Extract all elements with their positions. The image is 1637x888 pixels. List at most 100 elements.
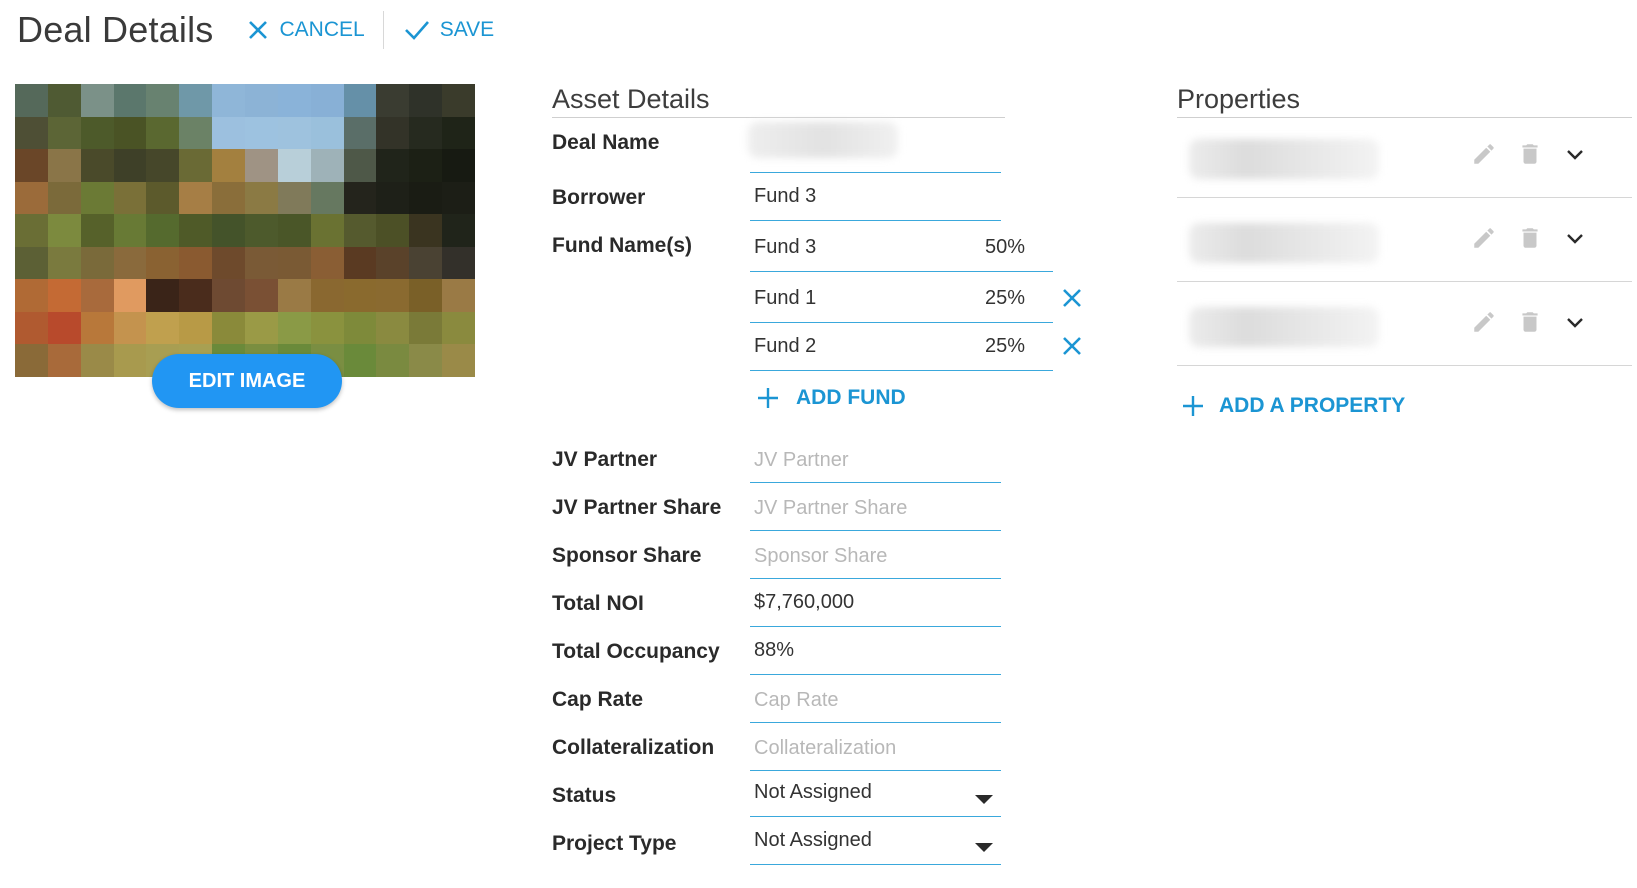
image-pixel — [376, 344, 410, 377]
image-pixel — [80, 84, 114, 117]
image-pixel — [80, 149, 114, 182]
image-pixel — [245, 246, 278, 280]
image-pixel — [409, 181, 443, 215]
image-pixel — [47, 149, 81, 182]
pencil-icon[interactable] — [1471, 225, 1497, 251]
project-type-value: Not Assigned — [754, 829, 872, 851]
status-value: Not Assigned — [754, 781, 872, 803]
cap-rate-placeholder: Cap Rate — [754, 689, 839, 711]
image-pixel — [442, 214, 475, 247]
property-row[interactable] — [1177, 113, 1632, 198]
image-pixel — [146, 214, 180, 247]
image-pixel — [343, 181, 377, 215]
add-fund-button[interactable]: ADD FUND — [756, 386, 906, 410]
caret-down-icon — [975, 843, 993, 852]
property-row[interactable] — [1177, 281, 1632, 366]
total-occupancy-field[interactable]: 88% — [750, 628, 1001, 675]
cap-rate-field[interactable]: Cap Rate — [750, 676, 1001, 723]
image-pixel — [277, 311, 311, 345]
image-pixel — [80, 214, 114, 247]
save-button[interactable]: SAVE — [404, 18, 494, 42]
chevron-down-icon[interactable] — [1563, 143, 1587, 167]
status-label: Status — [552, 784, 617, 807]
close-icon — [249, 21, 268, 39]
image-pixel — [15, 344, 48, 377]
sponsor-share-label: Sponsor Share — [552, 544, 702, 567]
image-pixel — [15, 149, 48, 182]
fund-share-field[interactable]: 50% — [981, 225, 1053, 272]
fund-share-field[interactable]: 25% — [981, 276, 1053, 323]
cap-rate-label: Cap Rate — [552, 688, 644, 711]
asset-details-title: Asset Details — [552, 84, 1005, 118]
trash-icon[interactable] — [1517, 141, 1543, 167]
image-pixel — [442, 116, 475, 150]
chevron-down-icon[interactable] — [1563, 311, 1587, 335]
cancel-button[interactable]: CANCEL — [247, 18, 365, 42]
image-pixel — [179, 279, 213, 312]
deal-name-label: Deal Name — [552, 131, 660, 154]
pencil-icon[interactable] — [1471, 141, 1497, 167]
sponsor-share-field[interactable]: Sponsor Share — [750, 532, 1001, 579]
image-pixel — [343, 311, 377, 345]
image-pixel — [442, 246, 475, 280]
edit-image-button[interactable]: EDIT IMAGE — [152, 354, 342, 408]
fund-name-field[interactable]: Fund 1 — [750, 276, 988, 323]
image-pixel — [376, 214, 410, 247]
image-pixel — [245, 84, 278, 117]
image-pixel — [47, 279, 81, 312]
image-pixel — [179, 84, 213, 117]
fund-name-value: Fund 1 — [754, 287, 817, 309]
image-pixel — [376, 149, 410, 182]
borrower-field[interactable]: Fund 3 — [750, 174, 1001, 221]
project-type-select[interactable]: Not Assigned — [750, 818, 1001, 865]
image-pixel — [15, 84, 48, 117]
image-pixel — [47, 311, 81, 345]
jv-partner-share-field[interactable]: JV Partner Share — [750, 484, 1001, 531]
remove-fund-close-icon[interactable] — [1061, 287, 1083, 309]
property-name-redacted — [1189, 307, 1379, 347]
image-pixel — [113, 181, 147, 215]
pencil-icon[interactable] — [1471, 309, 1497, 335]
image-pixel — [310, 311, 344, 345]
image-pixel — [15, 181, 48, 215]
fund-name-field[interactable]: Fund 3 — [750, 225, 1001, 272]
image-pixel — [442, 344, 475, 377]
image-pixel — [442, 149, 475, 182]
image-pixel — [47, 344, 81, 377]
collateralization-field[interactable]: Collateralization — [750, 724, 1001, 771]
property-row[interactable] — [1177, 197, 1632, 282]
image-pixel — [80, 279, 114, 312]
image-pixel — [442, 84, 475, 117]
fund-share-field[interactable]: 25% — [981, 324, 1053, 371]
add-fund-label: ADD FUND — [796, 386, 906, 409]
image-pixel — [376, 181, 410, 215]
total-occupancy-label: Total Occupancy — [552, 640, 720, 663]
image-pixel — [113, 279, 147, 312]
fund-share-value: 25% — [985, 287, 1026, 309]
image-pixel — [179, 214, 213, 247]
deal-name-field[interactable] — [750, 126, 1001, 173]
fund-name-field[interactable]: Fund 2 — [750, 324, 988, 371]
chevron-down-icon[interactable] — [1563, 227, 1587, 251]
image-pixel — [179, 149, 213, 182]
image-pixel — [15, 279, 48, 312]
image-pixel — [409, 344, 443, 377]
image-pixel — [212, 214, 245, 247]
fund-share-value: 50% — [985, 236, 1026, 258]
image-pixel — [15, 246, 48, 280]
remove-fund-close-icon[interactable] — [1061, 335, 1083, 357]
total-noi-field[interactable]: $7,760,000 — [750, 580, 1001, 627]
jv-partner-field[interactable]: JV Partner — [750, 436, 1001, 483]
add-property-button[interactable]: ADD A PROPERTY — [1181, 394, 1405, 418]
project-type-label: Project Type — [552, 832, 677, 855]
fund-names-label: Fund Name(s) — [552, 234, 693, 257]
trash-icon[interactable] — [1517, 309, 1543, 335]
image-pixel — [212, 116, 245, 150]
image-pixel — [376, 279, 410, 312]
status-select[interactable]: Not Assigned — [750, 770, 1001, 817]
trash-icon[interactable] — [1517, 225, 1543, 251]
total-occupancy-value: 88% — [754, 639, 795, 661]
jv-partner-placeholder: JV Partner — [754, 449, 849, 471]
image-pixel — [245, 311, 278, 345]
image-pixel — [179, 246, 213, 280]
